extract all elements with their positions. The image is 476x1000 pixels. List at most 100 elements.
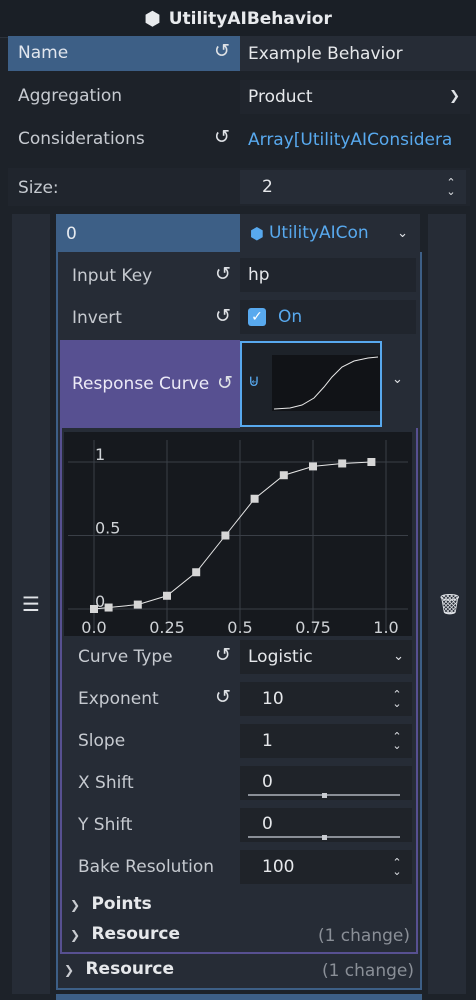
curve-resource-icon: ⊌	[248, 371, 260, 390]
x-tick-label: 0.75	[295, 618, 331, 636]
curve-point	[367, 458, 376, 466]
y-shift-slider[interactable]: 0	[240, 808, 412, 842]
curve-point	[309, 462, 317, 471]
points-section[interactable]: ❯ Points	[70, 894, 410, 920]
bake-resolution-value: 100	[262, 857, 295, 877]
curve-thumbnail	[272, 355, 380, 411]
outer-resource-change: (1 change)	[321, 961, 414, 981]
spin-arrows-icon[interactable]: ⌃ ⌄	[390, 731, 404, 751]
name-value: Example Behavior	[248, 43, 403, 64]
y-shift-value: 0	[262, 814, 273, 834]
cube-icon: ⬢	[144, 7, 161, 30]
bake-resolution-spinbox[interactable]: 100 ⌃ ⌄	[240, 850, 412, 884]
header-title: UtilityAIBehavior	[168, 8, 332, 29]
outer-resource-section[interactable]: ❯ Resource (1 change)	[64, 959, 416, 985]
element-resource-picker[interactable]: ⬢ UtilityAICon ⌄	[240, 214, 420, 252]
spin-arrows-icon[interactable]: ⌃ ⌄	[390, 689, 404, 709]
revert-icon[interactable]: ↺	[215, 263, 231, 285]
x-shift-slider[interactable]: 0	[240, 766, 412, 800]
y-tick-label: 0.5	[95, 519, 120, 538]
considerations-value: Array[UtilityAIConsidera	[248, 130, 453, 150]
curve-point	[90, 605, 98, 613]
name-field[interactable]: Example Behavior	[240, 36, 476, 71]
points-label: Points	[91, 894, 152, 914]
chevron-right-icon: ❯	[64, 963, 75, 977]
name-label: Name	[18, 43, 69, 63]
x-tick-label: 1.0	[373, 618, 398, 636]
curve-type-value: Logistic	[248, 647, 313, 667]
considerations-field[interactable]: Array[UtilityAIConsidera	[240, 122, 476, 158]
y-shift-label: Y Shift	[78, 815, 133, 835]
x-shift-value: 0	[262, 772, 273, 792]
x-shift-label: X Shift	[78, 773, 134, 793]
curve-type-select[interactable]: Logistic ⌄	[240, 640, 412, 674]
slope-value: 1	[262, 731, 273, 751]
curve-point	[133, 600, 142, 609]
size-label: Size:	[18, 178, 59, 198]
element-index: 0	[66, 224, 77, 244]
chevron-right-icon: ❯	[70, 898, 81, 912]
revert-icon[interactable]: ↺	[215, 644, 231, 666]
curve-point	[338, 459, 347, 468]
x-tick-label: 0.5	[227, 618, 252, 636]
revert-icon[interactable]: ↺	[217, 372, 233, 394]
input-key-label: Input Key	[72, 266, 153, 286]
revert-icon[interactable]: ↺	[215, 686, 231, 708]
curve-preview[interactable]: ⊌	[240, 341, 382, 427]
inspector-header: ⬢ UtilityAIBehavior	[0, 0, 476, 38]
element-resource-type: UtilityAICon	[268, 223, 369, 243]
aggregation-select[interactable]: Product ❯	[240, 80, 470, 114]
input-key-value: hp	[248, 265, 270, 285]
slope-label: Slope	[78, 731, 126, 751]
x-tick-label: 0.25	[149, 618, 185, 636]
y-tick-label: 1	[95, 445, 105, 464]
invert-checkbox[interactable]: ✓ On	[240, 300, 416, 334]
curve-point	[104, 603, 113, 612]
spin-arrows-icon[interactable]: ⌃ ⌄	[390, 857, 404, 877]
response-curve-label: Response Curve	[72, 374, 210, 394]
inner-resource-label: Resource	[91, 924, 180, 944]
outer-resource-label: Resource	[85, 959, 174, 979]
inner-resource-change: (1 change)	[317, 926, 410, 946]
slope-spinbox[interactable]: 1 ⌃ ⌄	[240, 724, 412, 758]
chevron-down-icon: ⌄	[397, 226, 408, 241]
y-shift-grabber[interactable]	[322, 835, 327, 840]
x-tick-label: 0.0	[81, 618, 106, 636]
drag-handle-column[interactable]: ☰	[12, 214, 50, 994]
aggregation-value: Product	[248, 87, 313, 107]
curve-point	[250, 494, 259, 503]
bake-resolution-label: Bake Resolution	[78, 857, 215, 877]
x-shift-grabber[interactable]	[322, 793, 327, 798]
curve-point	[192, 568, 201, 577]
spin-arrows-icon[interactable]: ⌃ ⌄	[444, 177, 458, 197]
revert-icon[interactable]: ↺	[214, 40, 230, 62]
invert-value: On	[278, 307, 303, 327]
curve-point	[279, 471, 288, 480]
exponent-spinbox[interactable]: 10 ⌃ ⌄	[240, 682, 412, 716]
checkbox-checked-icon[interactable]: ✓	[248, 308, 266, 326]
chevron-down-icon: ❯	[449, 89, 460, 104]
exponent-value: 10	[262, 689, 284, 709]
trash-icon[interactable]: 🗑	[437, 592, 462, 616]
revert-icon[interactable]: ↺	[214, 126, 230, 148]
response-curve-row[interactable]: Response Curve	[60, 340, 240, 428]
considerations-label: Considerations	[18, 129, 145, 149]
inner-resource-section[interactable]: ❯ Resource (1 change)	[70, 924, 410, 950]
delete-column[interactable]: 🗑	[428, 214, 466, 994]
next-element-edge	[56, 994, 422, 1000]
size-spinbox[interactable]: 2 ⌃ ⌄	[240, 170, 466, 204]
revert-icon[interactable]: ↺	[215, 305, 231, 327]
chevron-right-icon: ❯	[70, 928, 81, 942]
curve-point	[163, 591, 171, 600]
size-value: 2	[262, 177, 273, 197]
chevron-down-icon[interactable]: ⌄	[392, 372, 403, 387]
input-key-field[interactable]: hp	[240, 258, 416, 292]
invert-label: Invert	[72, 308, 122, 328]
drag-handle-icon[interactable]: ☰	[22, 592, 40, 616]
aggregation-label: Aggregation	[18, 86, 123, 106]
curve-type-label: Curve Type	[78, 647, 173, 667]
curve-chart[interactable]: 0.0 0.25 0.5 0.75 1.000.51	[64, 432, 412, 636]
element-index-row[interactable]: 0	[56, 214, 240, 252]
exponent-label: Exponent	[78, 689, 159, 709]
cube-icon: ⬢	[250, 223, 264, 243]
